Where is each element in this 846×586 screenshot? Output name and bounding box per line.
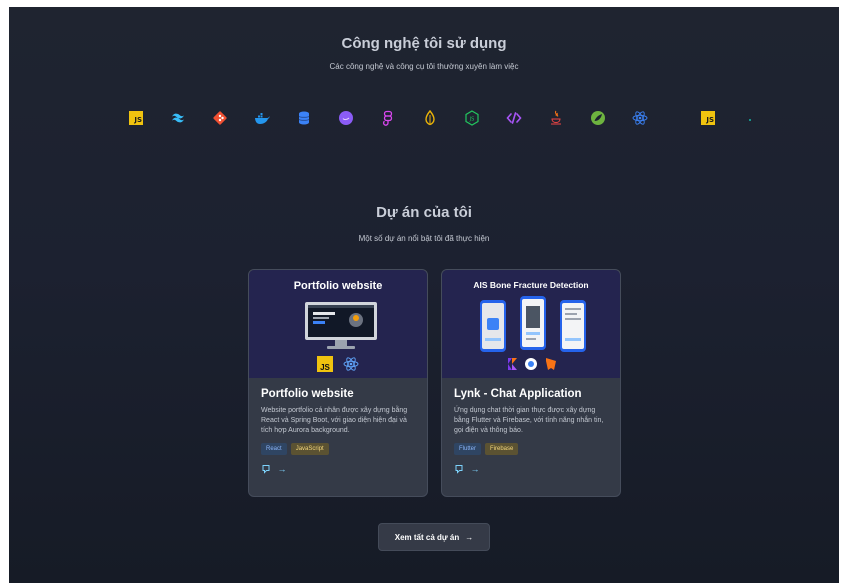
javascript-logo: JS [317, 356, 333, 372]
tag-firebase: Firebase [485, 443, 519, 455]
projects-section-subtitle: Một số dự án nổi bật tôi đã thực hiện [358, 234, 490, 243]
project-image-title: AIS Bone Fracture Detection [473, 280, 589, 290]
projects-section-title: Dự án của tôi [376, 204, 472, 221]
tech-icons-row: JS JS JS [125, 107, 751, 131]
project-title: Portfolio website [261, 388, 354, 400]
arrow-right-icon[interactable]: → [277, 464, 287, 474]
react-logo [343, 357, 359, 371]
react-icon[interactable] [629, 107, 651, 129]
git-icon[interactable] [209, 107, 231, 129]
project-image: AIS Bone Fracture Detection [442, 270, 620, 378]
dot-icon[interactable] [739, 107, 761, 129]
github-icon[interactable] [261, 464, 271, 474]
figma-icon[interactable] [377, 107, 399, 129]
tag-javascript: JavaScript [290, 443, 329, 455]
tech-section-title: Công nghệ tôi sử dụng [341, 35, 507, 52]
project-image: Portfolio website JS [249, 270, 427, 378]
phones-illustration [480, 296, 586, 352]
docker-icon[interactable] [251, 107, 273, 129]
tailwind-icon[interactable] [167, 107, 189, 129]
database-icon[interactable] [293, 107, 315, 129]
java-icon[interactable] [545, 107, 567, 129]
project-description: Ứng dụng chat thời gian thực được xây dự… [454, 407, 604, 434]
spring-icon[interactable] [587, 107, 609, 129]
nodejs-icon[interactable]: JS [461, 107, 483, 129]
page-background: Công nghệ tôi sử dụng Các công nghệ và c… [9, 7, 839, 583]
view-all-projects-button[interactable]: Xem tất cả dự án → [378, 523, 490, 551]
github-icon[interactable] [454, 464, 464, 474]
project-card-lynk[interactable]: AIS Bone Fracture Detection Lynk - Chat … [441, 269, 621, 497]
svg-text:JS: JS [469, 117, 475, 123]
tech-section-subtitle: Các công nghệ và công cụ tôi thường xuyê… [329, 62, 519, 71]
arrow-right-icon: → [465, 532, 474, 542]
project-image-title: Portfolio website [293, 280, 383, 292]
mongodb-icon[interactable] [419, 107, 441, 129]
tag-flutter: Flutter [454, 443, 482, 455]
javascript-icon[interactable]: JS [125, 107, 147, 129]
javascript-icon-2[interactable]: JS [697, 107, 719, 129]
project-description: Website portfolio cá nhân được xây dựng … [261, 407, 408, 434]
tech-logos [508, 358, 556, 370]
view-all-label: Xem tất cả dự án [394, 532, 460, 542]
canva-icon[interactable] [335, 107, 357, 129]
project-title: Lynk - Chat Application [454, 388, 582, 400]
project-card-portfolio[interactable]: Portfolio website JS Portfolio website W… [248, 269, 428, 497]
arrow-right-icon[interactable]: → [470, 464, 480, 474]
monitor-illustration [305, 302, 377, 349]
html-code-icon[interactable] [503, 107, 525, 129]
tag-react: React [261, 443, 287, 455]
